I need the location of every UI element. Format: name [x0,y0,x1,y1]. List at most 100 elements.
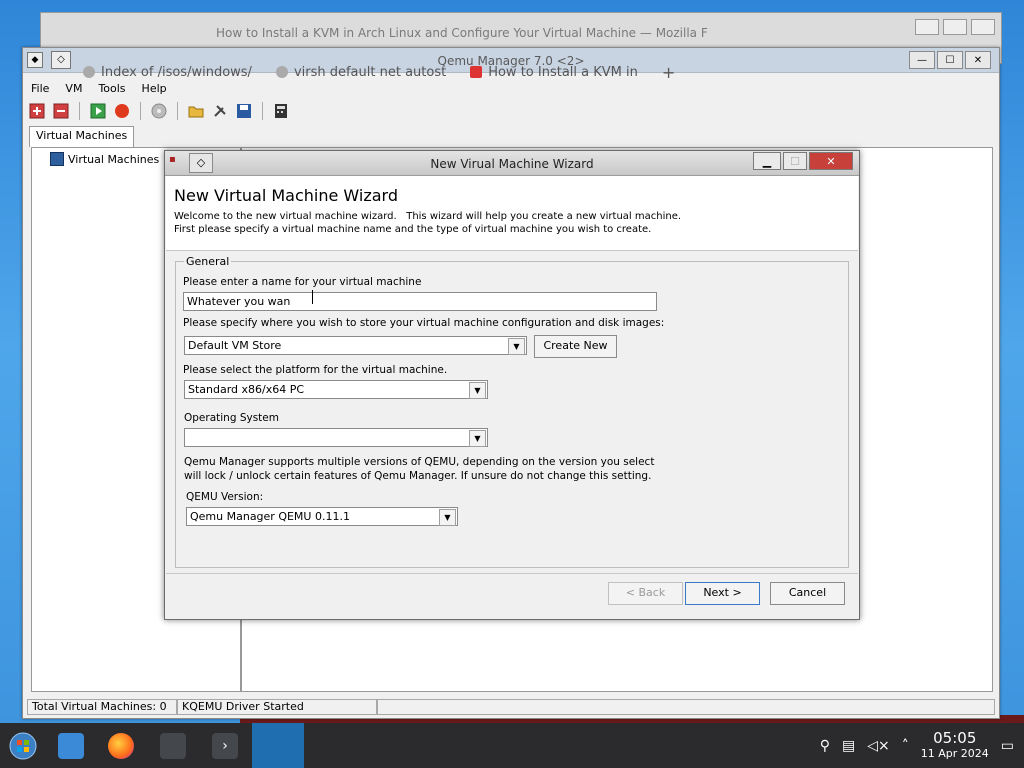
menu-tools[interactable]: Tools [90,81,133,97]
close-icon[interactable] [971,19,995,35]
menu-file[interactable]: File [23,81,57,97]
wizard-header: New Virtual Machine Wizard Welcome to th… [166,176,858,251]
wizard-heading: New Virtual Machine Wizard [174,186,398,205]
start-vm-icon[interactable] [88,101,108,121]
wizard-titlebar[interactable]: ▪ ◇ New Virual Machine Wizard ▁ ☐ ✕ [165,151,859,176]
menu-vm[interactable]: VM [57,81,90,97]
menu-bar: File VM Tools Help [23,81,175,97]
menu-help[interactable]: Help [134,81,175,97]
taskbar-file-manager[interactable] [48,723,94,768]
volume-muted-icon[interactable]: ◁× [867,738,890,754]
vm-store-label: Please specify where you wish to store y… [183,317,665,329]
clock[interactable]: 05:05 11 Apr 2024 [920,728,989,761]
chevron-up-icon[interactable]: ˄ [902,738,909,754]
show-desktop-icon[interactable]: ▭ [1001,738,1014,754]
qemu-note-line: Qemu Manager supports multiple versions … [184,456,655,468]
chevron-down-icon[interactable]: ▼ [469,430,486,447]
vm-folder-icon [50,152,64,166]
browser-tab-isos[interactable]: Index of /isos/windows/ [83,62,252,82]
open-folder-icon[interactable] [186,101,206,121]
tree-item-virtual-machines[interactable]: Virtual Machines [50,152,159,166]
taskbar-active-window[interactable] [252,723,304,768]
clock-date: 11 Apr 2024 [920,746,989,760]
browser-tab-kvm[interactable]: How to Install a KVM in [470,62,638,82]
background-window-controls [915,19,995,35]
vm-name-input[interactable]: Whatever you wan [183,292,657,311]
os-label: Operating System [184,412,279,424]
selected-value: Qemu Manager QEMU 0.11.1 [190,510,350,523]
selected-value: Default VM Store [188,339,282,352]
toolbar-separator [177,102,178,120]
status-empty [377,699,995,715]
vm-name-label: Please enter a name for your virtual mac… [183,276,422,288]
add-vm-icon[interactable] [27,101,47,121]
new-tab-button[interactable]: + [662,62,675,82]
main-window-controls: — ☐ ✕ [909,51,991,69]
qemu-note-line: will lock / unlock certain features of Q… [184,470,652,482]
browser-tab-virsh[interactable]: virsh default net autost [275,62,447,82]
remove-vm-icon[interactable] [51,101,71,121]
background-window-title: How to Install a KVM in Arch Linux and C… [216,26,708,40]
page-icon [83,66,95,78]
browser-tab-strip: Index of /isos/windows/ virsh default ne… [83,62,675,82]
maximize-icon[interactable]: ☐ [937,51,963,69]
minimize-icon[interactable]: ▁ [753,152,781,170]
qemu-version-label: QEMU Version: [186,491,264,503]
tab-virtual-machines[interactable]: Virtual Machines [29,126,135,147]
wizard-window-controls: ▁ ☐ ✕ [753,152,853,170]
close-icon[interactable]: ✕ [809,152,853,170]
platform-label: Please select the platform for the virtu… [183,364,448,376]
taskbar-settings[interactable] [150,723,196,768]
terminal-icon: › [212,732,238,759]
system-tray: ⚲ ▤ ◁× ˄ 05:05 11 Apr 2024 ▭ [820,723,1024,768]
start-button[interactable] [0,723,46,768]
qemu-version-select[interactable]: Qemu Manager QEMU 0.11.1 ▼ [186,507,458,526]
text-cursor-icon [312,290,313,304]
chevron-down-icon[interactable]: ▼ [469,382,486,399]
create-new-button[interactable]: Create New [534,335,617,358]
footer-divider [166,573,858,574]
toolbar-separator [262,102,263,120]
maximize-icon[interactable] [943,19,967,35]
windows-logo-icon [9,732,37,759]
disc-icon[interactable] [149,101,169,121]
clipboard-icon[interactable]: ▤ [842,738,855,754]
general-group: General Please enter a name for your vir… [175,255,849,568]
chevron-down-icon[interactable]: ▼ [508,338,525,355]
taskbar-firefox[interactable] [98,723,144,768]
tab-label: virsh default net autost [293,64,447,80]
settings-tools-icon[interactable] [210,101,230,121]
save-icon[interactable] [234,101,254,121]
next-button[interactable]: Next > [685,582,760,605]
taskbar-terminal[interactable]: › [202,723,248,768]
taskbar: › ⚲ ▤ ◁× ˄ 05:05 11 Apr 2024 ▭ [0,723,1024,768]
minimize-icon[interactable] [915,19,939,35]
status-driver: KQEMU Driver Started [177,699,377,715]
new-vm-wizard-dialog: ▪ ◇ New Virual Machine Wizard ▁ ☐ ✕ New … [164,150,860,620]
folder-icon [58,732,84,759]
site-icon [470,66,483,78]
back-button[interactable]: < Back [608,582,683,605]
wizard-description: Welcome to the new virtual machine wizar… [174,210,681,236]
tab-label: Index of /isos/windows/ [101,64,252,80]
stop-vm-icon[interactable] [112,101,132,121]
sliders-icon [160,732,186,759]
cancel-button[interactable]: Cancel [770,582,845,605]
description-line: Welcome to the new virtual machine wizar… [174,211,682,222]
toolbar-separator [140,102,141,120]
clock-time: 05:05 [933,728,977,747]
maximize-icon[interactable]: ☐ [783,152,807,170]
chevron-down-icon[interactable]: ▼ [439,509,456,526]
network-icon[interactable]: ⚲ [820,738,830,754]
view-tab-bar: Virtual Machines [29,126,135,147]
toolbar [27,100,291,122]
status-bar: Total Virtual Machines: 0 KQEMU Driver S… [27,699,995,715]
platform-select[interactable]: Standard x86/x64 PC ▼ [184,380,488,399]
toolbar-separator [79,102,80,120]
calculator-icon[interactable] [271,101,291,121]
close-icon[interactable]: ✕ [965,51,991,69]
minimize-icon[interactable]: — [909,51,935,69]
firefox-icon [108,732,134,759]
vm-store-select[interactable]: Default VM Store ▼ [184,336,527,355]
os-select[interactable]: ▼ [184,428,488,447]
